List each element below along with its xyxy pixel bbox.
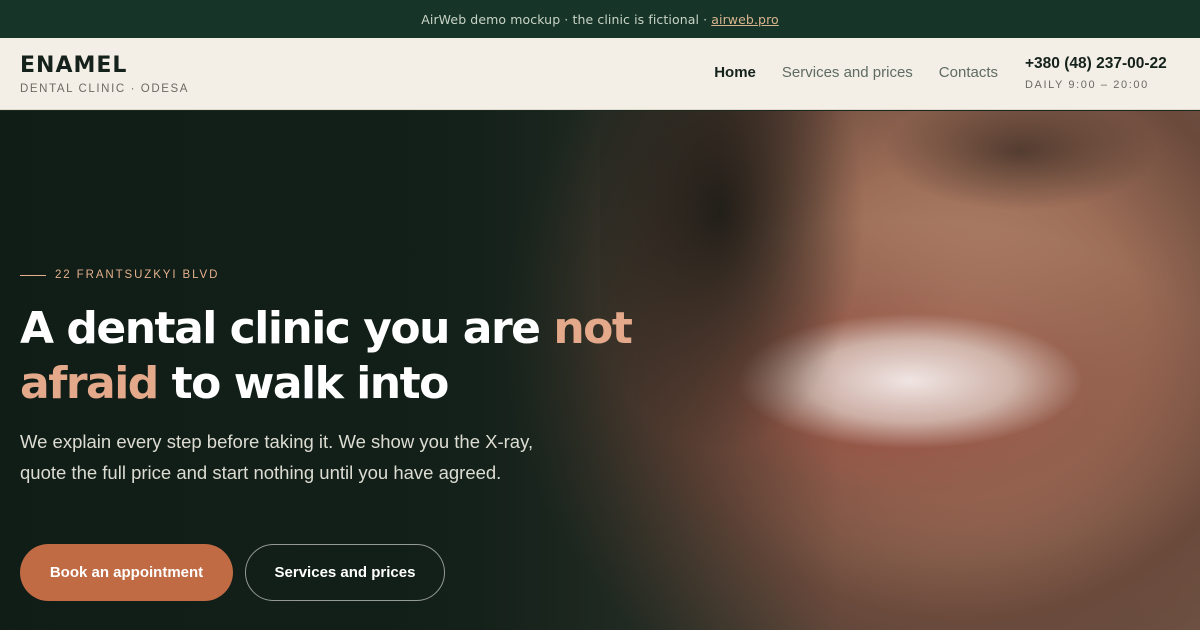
headline-part-2: to walk into [157, 358, 450, 409]
hero-address-text: 22 FRANTSUZKYI BLVD [55, 269, 220, 281]
nav-item-services-and-prices[interactable]: Services and prices [782, 64, 913, 81]
opening-hours: DAILY 9:00 – 20:00 [1025, 79, 1149, 91]
hero-headline: A dental clinic you are not afraid to wa… [20, 301, 780, 411]
headline-part-1: A dental clinic you are [20, 303, 554, 354]
demo-banner: AirWeb demo mockup · the clinic is ficti… [0, 0, 1200, 38]
brand-tagline: DENTAL CLINIC · ODESA [20, 83, 190, 95]
site-header: ENAMEL DENTAL CLINIC · ODESA Home Servic… [0, 38, 1200, 110]
hero-lead: We explain every step before taking it. … [20, 431, 534, 483]
demo-banner-link[interactable]: airweb.pro [711, 12, 779, 27]
nav-item-contacts[interactable]: Contacts [939, 64, 998, 81]
phone-number[interactable]: +380 (48) 237-00-22 [1025, 55, 1167, 73]
hero-section: 22 FRANTSUZKYI BLVD A dental clinic you … [0, 111, 1200, 630]
main-nav: Home Services and prices Contacts [688, 64, 998, 81]
nav-item-home[interactable]: Home [714, 64, 756, 81]
services-and-prices-button[interactable]: Services and prices [245, 544, 445, 601]
brand-logo[interactable]: ENAMEL DENTAL CLINIC · ODESA [20, 53, 190, 96]
demo-banner-text: AirWeb demo mockup · the clinic is ficti… [421, 11, 708, 27]
hero-address: 22 FRANTSUZKYI BLVD [20, 269, 219, 281]
brand-name: ENAMEL [20, 53, 128, 78]
eyebrow-divider [20, 274, 46, 276]
contact-block: +380 (48) 237-00-22 DAILY 9:00 – 20:00 [1025, 55, 1167, 91]
book-appointment-button[interactable]: Book an appointment [20, 544, 233, 601]
